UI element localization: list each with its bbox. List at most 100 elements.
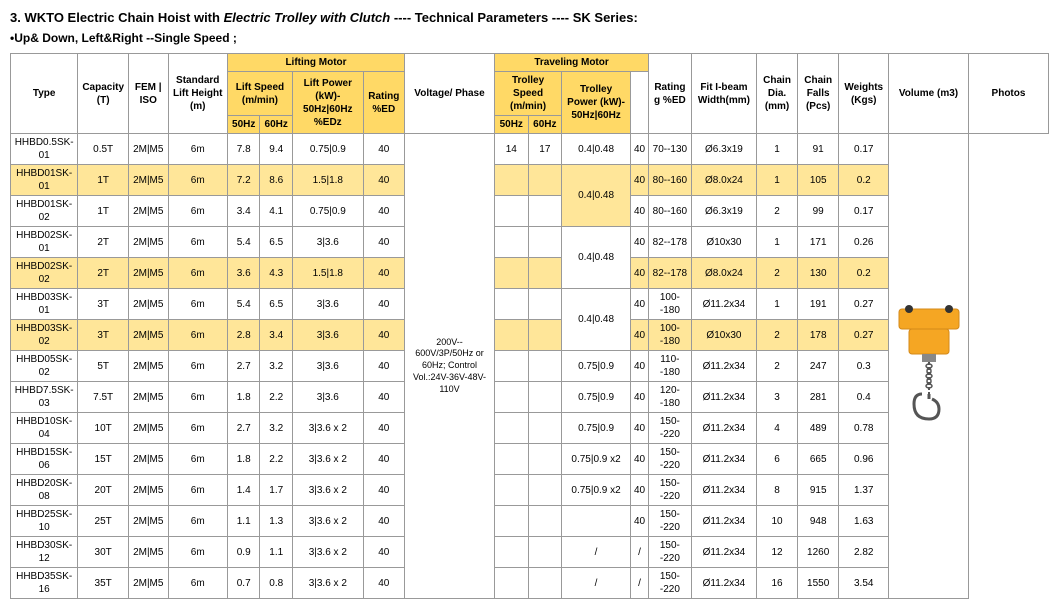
table-cell: [528, 568, 562, 599]
table-cell: 6m: [168, 258, 227, 289]
table-cell: 0.75|0.9: [292, 196, 363, 227]
table-cell: 0.5T: [78, 134, 129, 165]
table-cell: 2.7: [227, 413, 260, 444]
col-ls50: 50Hz: [227, 116, 260, 134]
table-cell: 40: [363, 289, 404, 320]
table-cell: 40: [363, 351, 404, 382]
table-cell: 150--220: [649, 475, 692, 506]
table-cell: 40: [630, 258, 648, 289]
table-cell: [528, 196, 562, 227]
table-cell: 82--178: [649, 227, 692, 258]
table-cell: 6m: [168, 289, 227, 320]
table-cell: 40: [630, 444, 648, 475]
table-cell: 2M|M5: [129, 196, 168, 227]
spec-table: Type Capacity (T) FEM | ISO Standard Lif…: [10, 53, 1049, 599]
table-cell: 1: [757, 227, 798, 258]
table-cell: HHBD30SK-12: [11, 537, 78, 568]
table-cell: 30T: [78, 537, 129, 568]
table-cell: 1.1: [260, 537, 293, 568]
table-cell: 1.37: [839, 475, 889, 506]
col-capacity: Capacity (T): [78, 54, 129, 134]
table-cell: 6: [757, 444, 798, 475]
table-cell: 0.75|0.9 x2: [562, 475, 631, 506]
table-cell: [494, 537, 528, 568]
table-cell: [528, 289, 562, 320]
table-cell: 40: [363, 227, 404, 258]
table-cell: 7.2: [227, 165, 260, 196]
col-rating: Rating %ED: [363, 72, 404, 134]
table-cell: 40: [363, 165, 404, 196]
table-cell: Ø8.0x24: [691, 258, 757, 289]
table-cell: 40: [363, 568, 404, 599]
table-cell: Ø11.2x34: [691, 351, 757, 382]
table-cell: 0.17: [839, 134, 889, 165]
table-cell: 70--130: [649, 134, 692, 165]
table-cell: [494, 289, 528, 320]
table-cell: [528, 413, 562, 444]
table-cell: HHBD03SK-01: [11, 289, 78, 320]
table-cell: 8: [757, 475, 798, 506]
main-table-wrapper: Type Capacity (T) FEM | ISO Standard Lif…: [10, 53, 1049, 599]
col-volume: Volume (m3): [889, 54, 969, 134]
table-cell: 40: [363, 320, 404, 351]
table-cell: 3|3.6 x 2: [292, 568, 363, 599]
table-cell: 40: [630, 320, 648, 351]
table-cell: 5.4: [227, 227, 260, 258]
table-cell: 0.96: [839, 444, 889, 475]
table-cell: 8.6: [260, 165, 293, 196]
table-cell: 7.8: [227, 134, 260, 165]
table-cell: HHBD01SK-02: [11, 196, 78, 227]
table-cell: 2M|M5: [129, 475, 168, 506]
table-cell: /: [562, 537, 631, 568]
table-cell: 2M|M5: [129, 351, 168, 382]
table-cell: 6m: [168, 196, 227, 227]
title-part2: Electric Trolley with Clutch: [224, 10, 391, 25]
table-cell: 2T: [78, 258, 129, 289]
col-type: Type: [11, 54, 78, 134]
table-cell: Ø11.2x34: [691, 506, 757, 537]
table-cell: 40: [363, 413, 404, 444]
table-cell: 2M|M5: [129, 320, 168, 351]
table-cell: 40: [630, 413, 648, 444]
table-cell: 10T: [78, 413, 129, 444]
title-line: 3. WKTO Electric Chain Hoist with Electr…: [10, 10, 1049, 25]
table-cell: 40: [630, 196, 648, 227]
table-cell: 0.4|0.48: [562, 289, 631, 351]
table-cell: 3.54: [839, 568, 889, 599]
table-cell: 5T: [78, 351, 129, 382]
table-cell: 6m: [168, 351, 227, 382]
table-cell: HHBD35SK-16: [11, 568, 78, 599]
table-cell: 2M|M5: [129, 227, 168, 258]
table-cell: 0.4: [839, 382, 889, 413]
col-fem: FEM | ISO: [129, 54, 168, 134]
table-cell: /: [630, 537, 648, 568]
table-cell: 6m: [168, 506, 227, 537]
table-cell: 25T: [78, 506, 129, 537]
col-trolley-speed: Trolley Speed (m/min): [494, 72, 561, 116]
table-cell: 2M|M5: [129, 568, 168, 599]
table-cell: Ø10x30: [691, 320, 757, 351]
table-cell: 0.75|0.9: [292, 134, 363, 165]
table-cell: 2M|M5: [129, 134, 168, 165]
table-cell: HHBD05SK-02: [11, 351, 78, 382]
table-cell: 15T: [78, 444, 129, 475]
table-cell: 40: [363, 475, 404, 506]
table-cell: [528, 258, 562, 289]
table-cell: 9.4: [260, 134, 293, 165]
table-cell: 0.4|0.48: [562, 165, 631, 227]
col-lift-speed: Lift Speed (m/min): [227, 72, 292, 116]
col-ts50: 50Hz: [494, 116, 528, 134]
table-cell: 150--220: [649, 413, 692, 444]
table-cell: HHBD02SK-01: [11, 227, 78, 258]
subtitle: •Up& Down, Left&Right --Single Speed ;: [10, 31, 1049, 45]
table-cell: 3.2: [260, 351, 293, 382]
table-cell: 3|3.6: [292, 289, 363, 320]
title-part1: 3. WKTO Electric Chain Hoist with: [10, 10, 224, 25]
table-cell: [494, 227, 528, 258]
hoist-icon: [894, 304, 964, 424]
table-cell: 2.8: [227, 320, 260, 351]
table-cell: 0.17: [839, 196, 889, 227]
table-cell: 1: [757, 289, 798, 320]
table-cell: [528, 506, 562, 537]
table-cell: 4: [757, 413, 798, 444]
